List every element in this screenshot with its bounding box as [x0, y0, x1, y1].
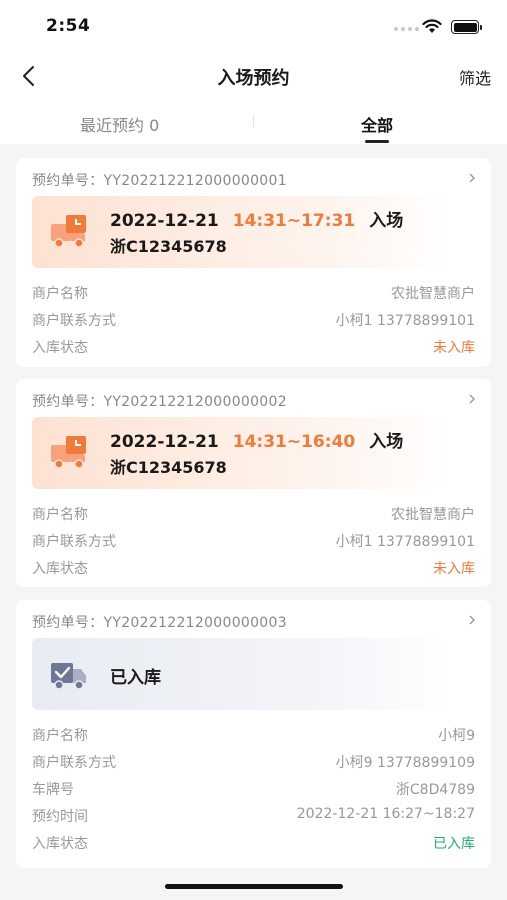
row-label: 预约时间	[32, 809, 88, 825]
order-number: 预约单号：YY202212212000000001	[32, 173, 287, 189]
filter-button[interactable]: 筛选	[459, 65, 491, 89]
battery-icon	[451, 20, 482, 34]
row-label: 车牌号	[32, 782, 74, 798]
entry-label: 入场	[369, 432, 404, 452]
row-label: 商户联系方式	[32, 755, 116, 771]
stored-status-label: 已入库	[110, 668, 161, 688]
reservation-time-range: 14:31~17:31	[232, 211, 356, 231]
tab-all[interactable]: 全部	[361, 112, 394, 143]
active-tab-indicator	[365, 140, 390, 143]
truck-check-icon	[51, 663, 86, 690]
nav-bar: 入场预约 筛选	[0, 52, 507, 98]
tab-all-label: 全部	[361, 116, 394, 135]
storage-status-row: 入库状态 已入库	[32, 833, 475, 853]
reservation-time-range: 14:31~16:40	[232, 432, 356, 452]
row-value: 小柯1 13778899101	[335, 313, 475, 329]
row-value: 农批智慧商户	[391, 507, 475, 523]
license-plate: 浙C12345678	[110, 458, 227, 477]
merchant-contact-row: 商户联系方式 小柯9 13778899109	[32, 752, 475, 772]
status-value: 未入库	[433, 561, 475, 577]
row-value: 农批智慧商户	[391, 286, 475, 302]
row-label: 商户联系方式	[32, 313, 116, 329]
reservation-banner: 2022-12-21 14:31~17:31 入场 浙C12345678	[32, 196, 450, 268]
entry-label: 入场	[369, 211, 404, 231]
tab-divider	[253, 115, 254, 127]
chevron-right-icon	[469, 173, 475, 183]
row-label: 商户名称	[32, 286, 88, 302]
home-indicator	[165, 884, 343, 889]
reservation-date: 2022-12-21	[110, 432, 219, 452]
status-time: 2:54	[46, 16, 91, 36]
status-value: 未入库	[433, 340, 475, 356]
merchant-name-row: 商户名称 小柯9	[32, 725, 475, 745]
truck-clock-icon	[51, 436, 86, 469]
row-value: 小柯9 13778899109	[335, 755, 475, 771]
reservation-date: 2022-12-21	[110, 211, 219, 231]
page-title: 入场预约	[217, 68, 290, 89]
reservation-card[interactable]: 预约单号：YY202212212000000001 2022-12-21 14:3…	[16, 158, 491, 367]
wifi-icon	[422, 19, 442, 33]
row-value: 浙C8D4789	[395, 782, 475, 798]
row-value: 小柯1 13778899101	[335, 534, 475, 550]
reservation-datetime: 2022-12-21 14:31~16:40 入场	[110, 427, 403, 452]
status-value: 已入库	[433, 836, 475, 852]
row-label: 商户联系方式	[32, 534, 116, 550]
reservation-time-row: 预约时间 2022-12-21 16:27~18:27	[32, 806, 475, 826]
stored-banner: 已入库	[32, 638, 450, 710]
merchant-contact-row: 商户联系方式 小柯1 13778899101	[32, 310, 475, 330]
license-plate: 浙C12345678	[110, 237, 227, 256]
reservation-card[interactable]: 预约单号：YY202212212000000003 已入库 商户名称 小柯9 商…	[16, 600, 491, 868]
row-label: 入库状态	[32, 561, 88, 577]
row-value: 小柯9	[438, 728, 475, 744]
reservation-banner: 2022-12-21 14:31~16:40 入场 浙C12345678	[32, 417, 450, 489]
truck-clock-icon	[51, 215, 86, 248]
chevron-right-icon	[469, 615, 475, 625]
status-bar: 2:54	[0, 0, 507, 52]
order-number: 预约单号：YY202212212000000003	[32, 615, 287, 631]
cellular-signal-icon	[394, 27, 419, 31]
row-label: 入库状态	[32, 340, 88, 356]
storage-status-row: 入库状态 未入库	[32, 337, 475, 357]
merchant-name-row: 商户名称 农批智慧商户	[32, 504, 475, 524]
reservation-card[interactable]: 预约单号：YY202212212000000002 2022-12-21 14:3…	[16, 379, 491, 587]
merchant-name-row: 商户名称 农批智慧商户	[32, 283, 475, 303]
row-label: 商户名称	[32, 507, 88, 523]
chevron-right-icon	[469, 394, 475, 404]
merchant-contact-row: 商户联系方式 小柯1 13778899101	[32, 531, 475, 551]
row-label: 商户名称	[32, 728, 88, 744]
row-value: 2022-12-21 16:27~18:27	[296, 806, 475, 822]
tab-recent[interactable]: 最近预约 0	[80, 112, 159, 136]
plate-number-row: 车牌号 浙C8D4789	[32, 779, 475, 799]
reservation-datetime: 2022-12-21 14:31~17:31 入场	[110, 206, 403, 231]
order-number: 预约单号：YY202212212000000002	[32, 394, 287, 410]
row-label: 入库状态	[32, 836, 88, 852]
storage-status-row: 入库状态 未入库	[32, 558, 475, 578]
tab-bar: 最近预约 0 全部	[0, 98, 507, 144]
